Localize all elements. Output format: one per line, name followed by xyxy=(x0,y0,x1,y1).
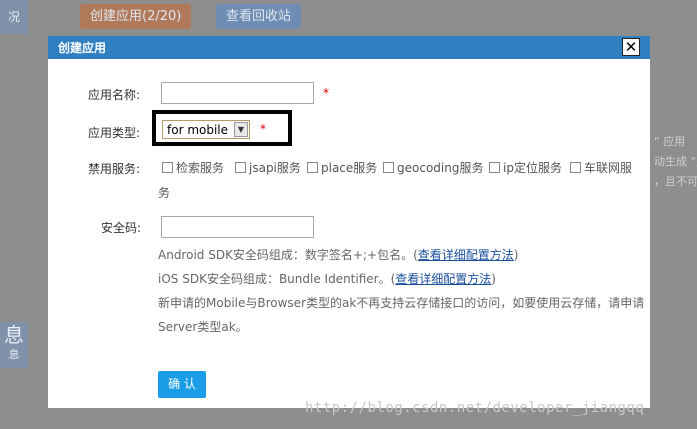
ios-hint-suffix: ) xyxy=(491,272,496,286)
background-text: “ 应用 xyxy=(654,135,686,148)
checkbox[interactable] xyxy=(383,162,394,173)
service-checkbox-search[interactable]: 检索服务 xyxy=(162,159,224,176)
sidebar-tab-info[interactable]: 息 息 xyxy=(0,322,28,368)
disabled-services-label: 禁用服务: xyxy=(88,162,141,176)
android-hint: Android SDK安全码组成：数字签名+;+包名。(查看详细配置方法) xyxy=(158,246,518,263)
security-code-label: 安全码: xyxy=(101,221,142,235)
recycle-bin-button[interactable]: 查看回收站 xyxy=(216,4,302,29)
create-app-button[interactable]: 创建应用(2/20) xyxy=(80,4,192,29)
service-label-wrap: 务 xyxy=(158,186,171,200)
sidebar-tab-label-big: 息 xyxy=(4,323,24,347)
checkbox[interactable] xyxy=(307,162,318,173)
app-type-select[interactable]: for mobile ▼ xyxy=(162,120,250,139)
android-hint-text: Android SDK安全码组成：数字签名+;+包名。( xyxy=(158,248,418,262)
sidebar-tab-overview[interactable]: 况 xyxy=(0,0,28,34)
service-label: place服务 xyxy=(321,161,378,175)
create-app-dialog: 创建应用 ✕ 应用名称: * 应用类型: for mobile ▼ * 禁用服务… xyxy=(48,36,650,408)
chevron-down-icon[interactable]: ▼ xyxy=(234,122,248,137)
checkbox[interactable] xyxy=(162,162,173,173)
android-hint-suffix: ) xyxy=(513,248,519,262)
app-type-selected-value: for mobile xyxy=(167,123,229,137)
service-label: 车联网服 xyxy=(584,161,633,175)
app-name-label: 应用名称: xyxy=(88,88,141,102)
confirm-button[interactable]: 确 认 xyxy=(158,371,206,398)
sidebar-tab-label-small: 息 xyxy=(8,348,20,361)
service-label: 检索服务 xyxy=(176,161,225,175)
cloud-storage-notice-line2: Server类型ak。 xyxy=(158,320,248,334)
checkbox[interactable] xyxy=(570,162,581,173)
required-mark: * xyxy=(323,86,329,100)
android-config-link[interactable]: 查看详细配置方法 xyxy=(418,248,514,262)
service-label: jsapi服务 xyxy=(249,161,301,175)
service-checkbox-geocoding[interactable]: geocoding服务 xyxy=(383,159,483,176)
sidebar-tab-label: 况 xyxy=(7,10,20,24)
security-code-input[interactable] xyxy=(161,216,314,238)
service-checkbox-telematics[interactable]: 车联网服 xyxy=(570,159,632,176)
ios-config-link[interactable]: 查看详细配置方法 xyxy=(395,272,491,286)
dialog-header: 创建应用 ✕ xyxy=(48,36,650,59)
ios-hint-text: iOS SDK安全码组成：Bundle Identifier。( xyxy=(158,272,396,286)
background-text: 动生成 “应 xyxy=(654,155,697,168)
checkbox[interactable] xyxy=(235,162,246,173)
service-label: ip定位服务 xyxy=(503,161,562,175)
required-mark: * xyxy=(260,122,266,136)
cloud-storage-notice-line1: 新申请的Mobile与Browser类型的ak不再支持云存储接口的访问，如要使用… xyxy=(158,296,645,310)
dialog-title: 创建应用 xyxy=(58,41,107,55)
service-label: geocoding服务 xyxy=(397,161,484,175)
service-checkbox-ip-location[interactable]: ip定位服务 xyxy=(489,159,562,176)
background-text: ，且不可 xyxy=(654,175,697,188)
ios-hint: iOS SDK安全码组成：Bundle Identifier。(查看详细配置方法… xyxy=(158,270,496,287)
app-name-input[interactable] xyxy=(161,82,314,104)
checkbox[interactable] xyxy=(489,162,500,173)
app-type-label: 应用类型: xyxy=(88,126,141,140)
close-button[interactable]: ✕ xyxy=(622,38,640,56)
close-icon: ✕ xyxy=(624,38,638,56)
service-checkbox-jsapi[interactable]: jsapi服务 xyxy=(235,159,301,176)
watermark: http://blog.csdn.net/developer_jiangqq xyxy=(305,400,645,416)
service-checkbox-place[interactable]: place服务 xyxy=(307,159,377,176)
